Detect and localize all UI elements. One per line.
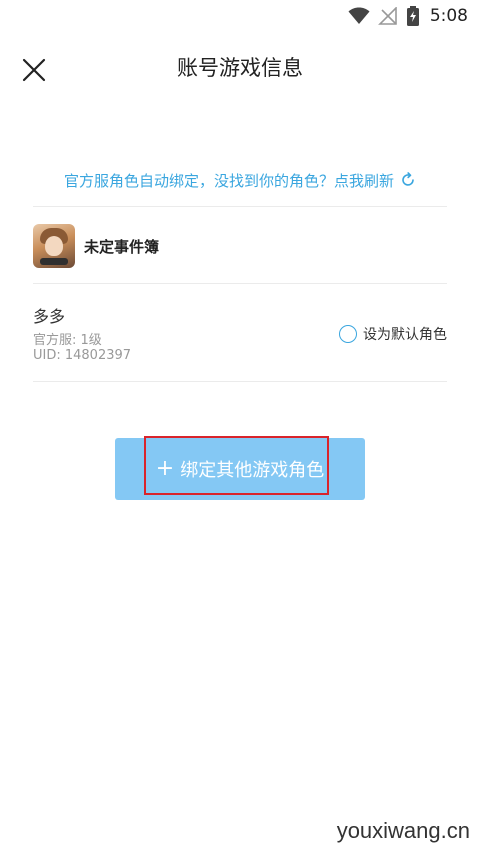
status-bar: 5:08 — [0, 0, 480, 32]
set-default-label: 设为默认角色 — [363, 327, 447, 343]
watermark: youxiwang.cn — [336, 818, 470, 843]
bind-button-label: 绑定其他游戏角色 — [180, 460, 325, 481]
divider — [33, 283, 447, 284]
status-time: 5:08 — [429, 6, 468, 26]
divider — [33, 206, 447, 207]
battery-charging-icon — [406, 6, 419, 26]
radio-circle-icon[interactable] — [339, 325, 357, 343]
refresh-prompt-text: 官方服角色自动绑定，没找到你的角色？点我刷新 — [63, 171, 394, 190]
refresh-icon — [402, 172, 414, 186]
role-card: 多多 官方服: 1级 UID: 14802397 设为默认角色 — [33, 303, 447, 367]
role-server: 官方服: 1级 — [33, 333, 102, 348]
set-default-role-toggle[interactable]: 设为默认角色 — [339, 324, 447, 344]
top-bar: 账号游戏信息 — [0, 40, 480, 92]
game-name: 未定事件簿 — [84, 237, 160, 256]
plus-icon: + — [155, 456, 175, 481]
game-row[interactable]: 未定事件簿 — [33, 222, 447, 270]
role-uid: UID: 14802397 — [33, 348, 132, 363]
wifi-icon — [348, 7, 370, 24]
bind-other-role-button[interactable]: + 绑定其他游戏角色 — [115, 438, 365, 500]
refresh-prompt-link[interactable]: 官方服角色自动绑定，没找到你的角色？点我刷新 — [33, 166, 447, 194]
no-signal-icon — [377, 7, 397, 25]
page-title: 账号游戏信息 — [177, 56, 303, 80]
game-icon — [33, 224, 75, 268]
divider — [33, 381, 447, 382]
role-name: 多多 — [33, 307, 66, 326]
